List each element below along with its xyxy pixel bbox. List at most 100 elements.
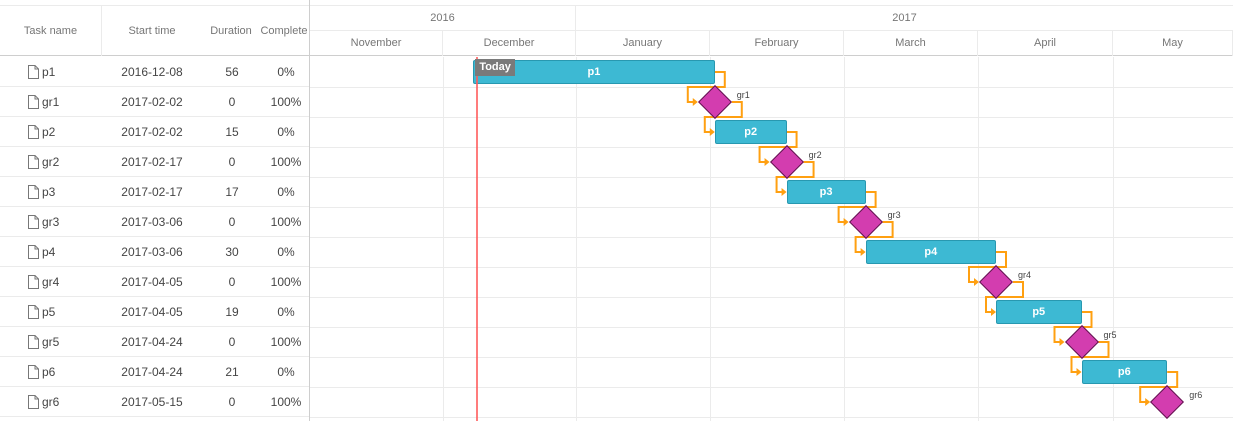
duration-cell: 15	[225, 125, 239, 139]
grid-header: Task name Start time Duration Complete	[0, 5, 309, 56]
start-time-cell: 2017-02-02	[121, 125, 183, 139]
table-row[interactable]: gr4 2017-04-05 0 100%	[0, 267, 309, 297]
task-name-cell: gr1	[42, 95, 60, 109]
row-gridline	[310, 207, 1233, 208]
year-label-2016: 2016	[310, 6, 576, 31]
task-name-cell: p6	[42, 365, 56, 379]
duration-cell: 17	[225, 185, 239, 199]
task-name-cell: gr6	[42, 395, 60, 409]
duration-cell: 19	[225, 305, 239, 319]
table-row[interactable]: gr2 2017-02-17 0 100%	[0, 147, 309, 177]
start-time-cell: 2016-12-08	[121, 65, 183, 79]
milestone-label: gr2	[808, 150, 822, 160]
duration-cell: 21	[225, 365, 239, 379]
milestone-label: gr1	[736, 90, 750, 100]
table-row[interactable]: gr1 2017-02-02 0 100%	[0, 87, 309, 117]
complete-cell: 0%	[277, 125, 295, 139]
today-marker-label: Today	[475, 59, 515, 76]
duration-cell: 0	[228, 395, 236, 409]
row-gridline	[310, 327, 1233, 328]
start-time-cell: 2017-04-05	[121, 275, 183, 289]
start-time-cell: 2017-04-24	[121, 365, 183, 379]
month-gridline	[844, 57, 845, 421]
table-row[interactable]: gr6 2017-05-15 0 100%	[0, 387, 309, 417]
month-label-february: February	[710, 31, 844, 56]
task-bar-p6[interactable]: p6	[1081, 360, 1168, 384]
task-bar-p2[interactable]: p2	[714, 120, 787, 144]
duration-cell: 0	[228, 275, 236, 289]
table-row[interactable]: p4 2017-03-06 30 0%	[0, 237, 309, 267]
complete-cell: 100%	[270, 275, 302, 289]
complete-cell: 0%	[277, 305, 295, 319]
start-time-cell: 2017-02-02	[121, 95, 183, 109]
complete-cell: 0%	[277, 245, 295, 259]
month-gridline	[443, 57, 444, 421]
task-name-cell: p2	[42, 125, 56, 139]
milestone-label: gr3	[887, 210, 901, 220]
row-gridline	[310, 417, 1233, 418]
complete-cell: 100%	[270, 95, 302, 109]
table-row[interactable]: gr5 2017-04-24 0 100%	[0, 327, 309, 357]
task-bar-p3[interactable]: p3	[786, 180, 866, 204]
start-time-cell: 2017-03-06	[121, 215, 183, 229]
table-row[interactable]: p2 2017-02-02 15 0%	[0, 117, 309, 147]
start-time-cell: 2017-03-06	[121, 245, 183, 259]
row-gridline	[310, 237, 1233, 238]
task-bar-p4[interactable]: p4	[865, 240, 996, 264]
task-name-cell: p4	[42, 245, 56, 259]
complete-cell: 0%	[277, 65, 295, 79]
duration-cell: 0	[228, 215, 236, 229]
month-label-may: May	[1113, 31, 1233, 56]
row-gridline	[310, 387, 1233, 388]
duration-cell: 56	[225, 65, 239, 79]
complete-cell: 100%	[270, 215, 302, 229]
month-label-march: March	[844, 31, 978, 56]
complete-cell: 0%	[277, 365, 295, 379]
table-row[interactable]: p1 2016-12-08 56 0%	[0, 57, 309, 87]
month-label-december: December	[443, 31, 576, 56]
row-gridline	[310, 357, 1233, 358]
table-row[interactable]: p3 2017-02-17 17 0%	[0, 177, 309, 207]
gantt-chart: Task name Start time Duration Complete p…	[0, 0, 1233, 421]
duration-cell: 0	[228, 155, 236, 169]
duration-cell: 0	[228, 95, 236, 109]
task-grid: Task name Start time Duration Complete p…	[0, 0, 310, 421]
complete-cell: 100%	[270, 155, 302, 169]
timeline-scale: 2016 2017 November December January Februar…	[310, 5, 1233, 56]
task-bar-p5[interactable]: p5	[996, 300, 1082, 324]
month-gridline	[978, 57, 979, 421]
row-gridline	[310, 177, 1233, 178]
complete-cell: 100%	[270, 395, 302, 409]
duration-cell: 30	[225, 245, 239, 259]
year-label-2017: 2017	[576, 6, 1233, 31]
row-gridline	[310, 267, 1233, 268]
start-time-cell: 2017-02-17	[121, 185, 183, 199]
milestone-label: gr6	[1189, 390, 1203, 400]
start-time-cell: 2017-05-15	[121, 395, 183, 409]
month-label-april: April	[978, 31, 1113, 56]
table-row[interactable]: p5 2017-04-05 19 0%	[0, 297, 309, 327]
task-name-cell: p3	[42, 185, 56, 199]
complete-cell: 100%	[270, 335, 302, 349]
table-row[interactable]: p6 2017-04-24 21 0%	[0, 357, 309, 387]
column-header-task-name[interactable]: Task name	[0, 6, 102, 56]
task-name-cell: gr4	[42, 275, 60, 289]
row-gridline	[310, 87, 1233, 88]
task-name-cell: gr2	[42, 155, 60, 169]
start-time-cell: 2017-02-17	[121, 155, 183, 169]
milestone-label: gr5	[1103, 330, 1117, 340]
column-header-duration[interactable]: Duration	[202, 6, 260, 56]
task-name-cell: p1	[42, 65, 56, 79]
today-marker-line	[476, 57, 479, 421]
column-header-complete[interactable]: Complete	[258, 6, 310, 56]
start-time-cell: 2017-04-05	[121, 305, 183, 319]
timeline: 2016 2017 November December January Februar…	[310, 0, 1233, 421]
column-header-start-time[interactable]: Start time	[102, 6, 202, 56]
milestone-label: gr4	[1018, 270, 1032, 280]
row-gridline	[310, 297, 1233, 298]
table-row[interactable]: gr3 2017-03-06 0 100%	[0, 207, 309, 237]
start-time-cell: 2017-04-24	[121, 335, 183, 349]
task-name-cell: gr3	[42, 215, 60, 229]
row-gridline	[310, 117, 1233, 118]
complete-cell: 0%	[277, 185, 295, 199]
